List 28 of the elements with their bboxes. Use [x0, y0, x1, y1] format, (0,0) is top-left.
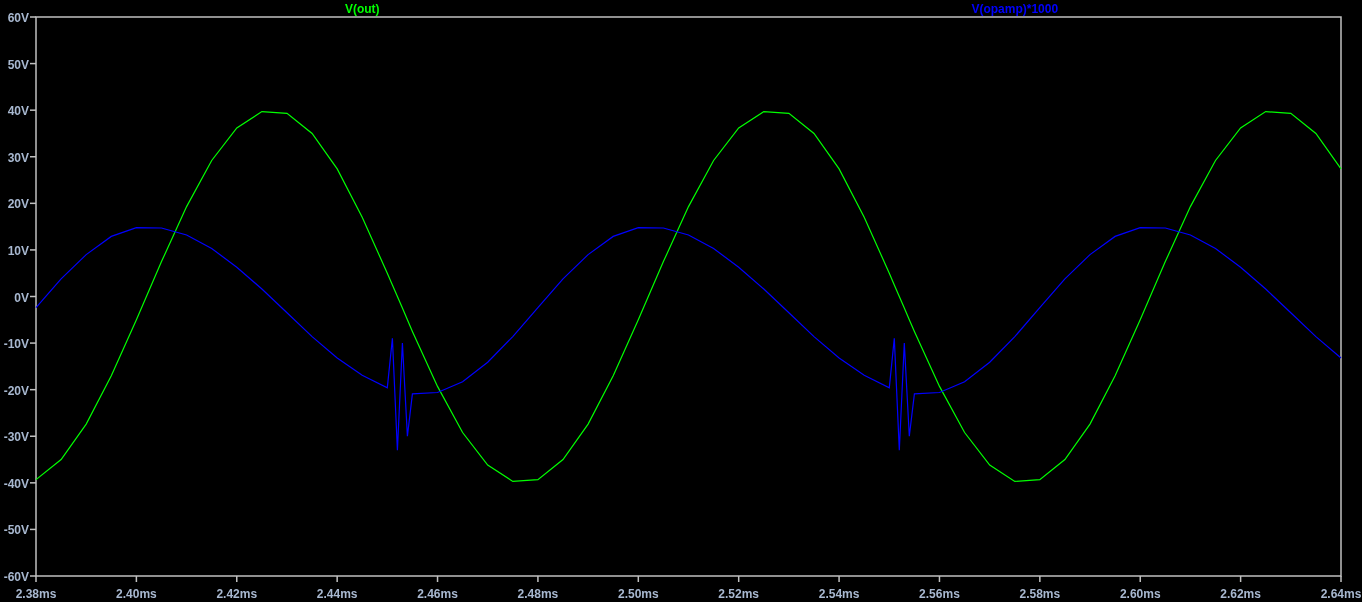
y-tick-label: 20V — [7, 197, 29, 212]
x-tick-label: 2.38ms — [15, 587, 57, 601]
y-tick-label: 30V — [7, 150, 29, 165]
x-tick-label: 2.52ms — [718, 587, 760, 601]
y-tick-label: 10V — [7, 243, 29, 258]
x-tick-label: 2.40ms — [116, 587, 157, 601]
y-tick-label: -20V — [3, 383, 29, 398]
y-tick-label: -60V — [3, 570, 29, 584]
x-tick-label: 2.62ms — [1220, 587, 1261, 601]
x-tick-label: 2.54ms — [818, 587, 860, 601]
y-tick-label: 40V — [7, 104, 29, 119]
y-tick-label: 50V — [7, 57, 29, 72]
y-tick-label: -30V — [3, 430, 29, 445]
y-tick-label: -10V — [3, 337, 29, 352]
x-tick-label: 2.50ms — [617, 587, 659, 601]
x-tick-label: 2.44ms — [316, 587, 358, 601]
x-tick-label: 2.56ms — [919, 587, 960, 601]
y-tick-label: 60V — [7, 11, 29, 25]
x-tick-label: 2.58ms — [1019, 587, 1061, 601]
y-tick-label: -50V — [3, 523, 29, 538]
x-tick-label: 2.42ms — [216, 587, 258, 601]
x-tick-label: 2.64ms — [1320, 587, 1362, 601]
x-tick-label: 2.48ms — [517, 587, 559, 601]
y-tick-label: 0V — [14, 290, 29, 305]
trace-label[interactable]: V(out) — [344, 2, 380, 16]
y-tick-label: -40V — [3, 476, 29, 491]
x-tick-label: 2.46ms — [417, 587, 458, 601]
x-tick-label: 2.60ms — [1119, 587, 1161, 601]
